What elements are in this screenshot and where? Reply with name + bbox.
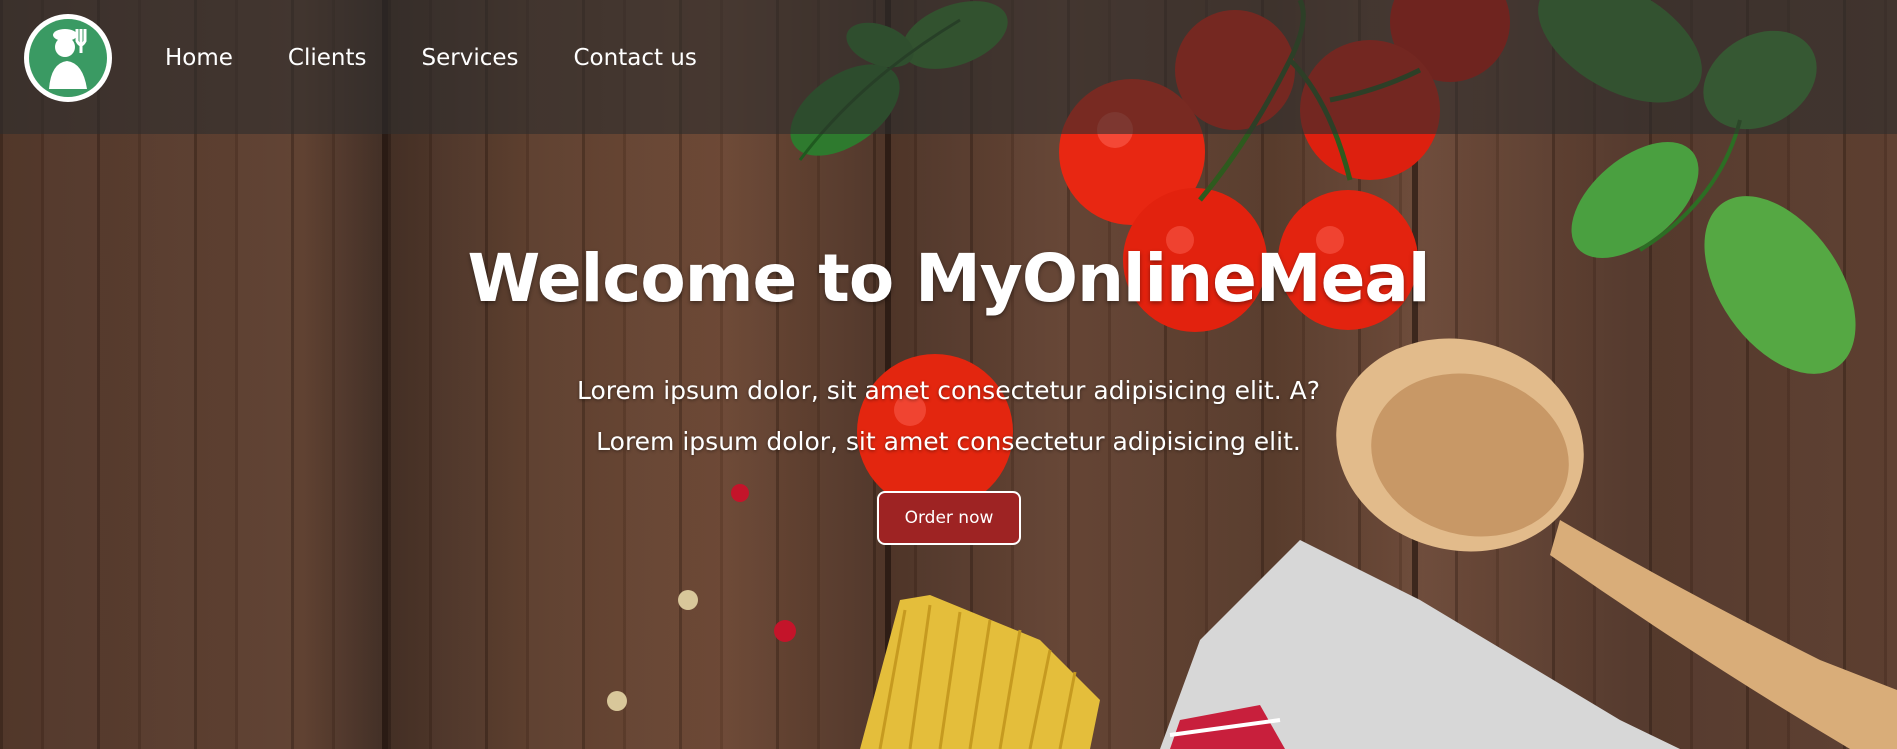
nav-home-link[interactable]: Home — [165, 45, 233, 71]
top-navigation-bar: Home Clients Services Contact us — [0, 0, 1897, 134]
main-nav: Home Clients Services Contact us — [165, 45, 697, 71]
hero-description-line-2: Lorem ipsum dolor, sit amet consectetur … — [596, 427, 1301, 456]
site-logo[interactable] — [24, 14, 112, 102]
hero-description-line-1: Lorem ipsum dolor, sit amet consectetur … — [577, 376, 1320, 405]
peppercorns — [607, 484, 796, 711]
nav-services-link[interactable]: Services — [422, 45, 519, 71]
nav-clients-link[interactable]: Clients — [288, 45, 367, 71]
hero-section: Home Clients Services Contact us Welcome… — [0, 0, 1897, 749]
hero-title: Welcome to MyOnlineMeal — [467, 240, 1430, 317]
spaghetti — [860, 595, 1100, 749]
order-now-button[interactable]: Order now — [877, 491, 1021, 545]
chef-logo-icon — [29, 19, 107, 97]
nav-contact-link[interactable]: Contact us — [574, 45, 697, 71]
